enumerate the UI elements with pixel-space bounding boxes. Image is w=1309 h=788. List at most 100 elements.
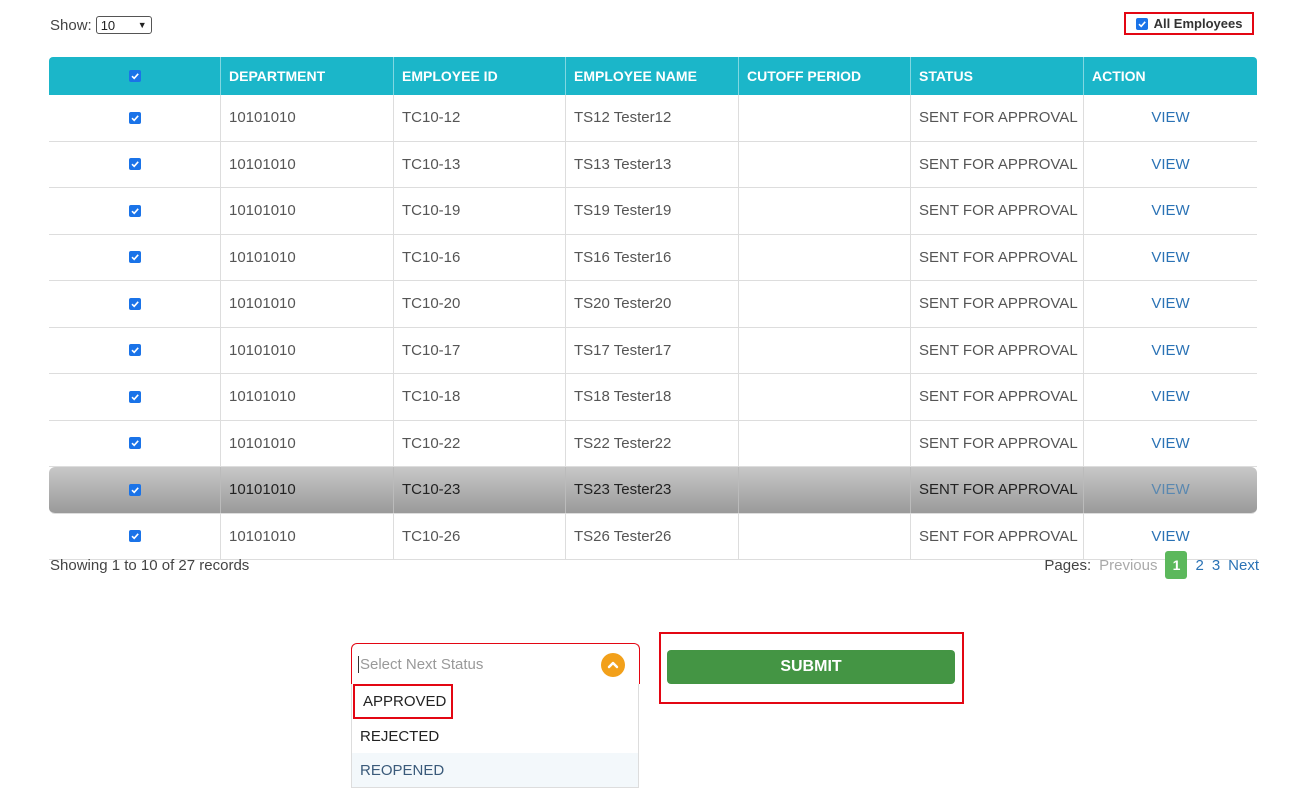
row-checkbox[interactable]: [128, 530, 141, 543]
view-link[interactable]: VIEW: [1084, 374, 1257, 420]
table-row[interactable]: 10101010 TC10-18 TS18 Tester18 SENT FOR APP…: [49, 374, 1257, 421]
row-checkbox[interactable]: [128, 204, 141, 217]
header-employee-name[interactable]: EMPLOYEE NAME: [566, 57, 739, 95]
cell-employee-name: TS16 Tester16: [566, 234, 739, 280]
cell-department: 10101010: [221, 188, 394, 234]
row-checkbox[interactable]: [128, 297, 141, 310]
status-option-reopened[interactable]: REOPENED: [352, 753, 638, 787]
table-row[interactable]: 10101010 TC10-20 TS20 Tester20 SENT FOR APP…: [49, 281, 1257, 328]
row-checkbox[interactable]: [128, 437, 141, 450]
cell-status: SENT FOR APPROVAL: [911, 141, 1084, 187]
chevron-up-icon[interactable]: [601, 653, 625, 677]
next-page-link[interactable]: Next: [1228, 557, 1259, 574]
cell-employee-id: TC10-22: [394, 420, 566, 466]
row-checkbox[interactable]: [128, 111, 141, 124]
table-row[interactable]: 10101010 TC10-12 TS12 Tester12 SENT FOR APP…: [49, 95, 1257, 142]
row-checkbox[interactable]: [128, 390, 141, 403]
check-icon: [130, 347, 139, 354]
previous-page-link[interactable]: Previous: [1099, 557, 1157, 574]
cell-department: 10101010: [221, 420, 394, 466]
cell-status: SENT FOR APPROVAL: [911, 420, 1084, 466]
header-status[interactable]: STATUS: [911, 57, 1084, 95]
header-department[interactable]: DEPARTMENT: [221, 57, 394, 95]
cell-employee-id: TC10-18: [394, 374, 566, 420]
view-link[interactable]: VIEW: [1084, 188, 1257, 234]
employee-table: DEPARTMENT EMPLOYEE ID EMPLOYEE NAME CUT…: [49, 57, 1257, 560]
cell-status: SENT FOR APPROVAL: [911, 95, 1084, 141]
table-body: 10101010 TC10-12 TS12 Tester12 SENT FOR APP…: [49, 95, 1257, 560]
check-icon: [130, 440, 139, 447]
chevron-down-icon: ▼: [137, 20, 147, 30]
next-status-dropdown: APPROVED REJECTED REOPENED: [351, 684, 639, 788]
row-select-cell[interactable]: [49, 467, 221, 513]
cell-department: 10101010: [221, 234, 394, 280]
row-select-cell[interactable]: [49, 141, 221, 187]
table-row[interactable]: 10101010 TC10-17 TS17 Tester17 SENT FOR APP…: [49, 327, 1257, 374]
pages-label: Pages:: [1044, 556, 1092, 574]
cell-department: 10101010: [221, 467, 394, 513]
cell-status: SENT FOR APPROVAL: [911, 188, 1084, 234]
page-1-button[interactable]: 1: [1165, 551, 1188, 579]
cell-cutoff-period: [739, 141, 911, 187]
cell-department: 10101010: [221, 95, 394, 141]
view-link[interactable]: VIEW: [1084, 467, 1257, 513]
cell-employee-id: TC10-23: [394, 467, 566, 513]
header-employee-id[interactable]: EMPLOYEE ID: [394, 57, 566, 95]
row-select-cell[interactable]: [49, 281, 221, 327]
row-checkbox[interactable]: [128, 251, 141, 264]
cell-status: SENT FOR APPROVAL: [911, 467, 1084, 513]
cell-employee-name: TS13 Tester13: [566, 141, 739, 187]
table-row[interactable]: 10101010 TC10-23 TS23 Tester23 SENT FOR APP…: [49, 467, 1257, 514]
page-3-link[interactable]: 3: [1212, 557, 1220, 574]
table-row[interactable]: 10101010 TC10-13 TS13 Tester13 SENT FOR APP…: [49, 141, 1257, 188]
header-select-all[interactable]: [49, 57, 221, 95]
view-link[interactable]: VIEW: [1084, 142, 1257, 188]
row-select-cell[interactable]: [49, 188, 221, 234]
page-size-select[interactable]: 10 ▼: [95, 16, 152, 34]
all-employees-label: All Employees: [1153, 16, 1243, 31]
row-select-cell[interactable]: [49, 374, 221, 420]
row-checkbox[interactable]: [128, 158, 141, 171]
check-icon: [130, 161, 139, 168]
row-select-cell[interactable]: [49, 95, 221, 141]
all-employees-toggle[interactable]: All Employees: [1124, 12, 1254, 35]
status-option-approved[interactable]: APPROVED: [353, 684, 453, 719]
table-row[interactable]: 10101010 TC10-22 TS22 Tester22 SENT FOR APP…: [49, 420, 1257, 467]
row-checkbox[interactable]: [128, 344, 141, 357]
cell-status: SENT FOR APPROVAL: [911, 374, 1084, 420]
view-link[interactable]: VIEW: [1084, 421, 1257, 467]
cell-employee-id: TC10-16: [394, 234, 566, 280]
cell-cutoff-period: [739, 420, 911, 466]
next-status-placeholder: Select Next Status: [358, 655, 484, 673]
cell-employee-id: TC10-12: [394, 95, 566, 141]
row-select-cell[interactable]: [49, 327, 221, 373]
cell-cutoff-period: [739, 234, 911, 280]
submit-button[interactable]: SUBMIT: [667, 650, 955, 684]
view-link[interactable]: VIEW: [1084, 281, 1257, 327]
cell-employee-id: TC10-19: [394, 188, 566, 234]
select-all-checkbox[interactable]: [128, 70, 141, 82]
cell-department: 10101010: [221, 327, 394, 373]
status-option-rejected[interactable]: REJECTED: [352, 719, 638, 753]
page-2-link[interactable]: 2: [1195, 557, 1203, 574]
cell-status: SENT FOR APPROVAL: [911, 281, 1084, 327]
row-select-cell[interactable]: [49, 420, 221, 466]
header-cutoff-period[interactable]: CUTOFF PERIOD: [739, 57, 911, 95]
view-link[interactable]: VIEW: [1084, 95, 1257, 141]
pagination: Pages: Previous 1 2 3 Next: [1044, 551, 1259, 579]
next-status-select[interactable]: Select Next Status: [351, 643, 640, 684]
table-row[interactable]: 10101010 TC10-16 TS16 Tester16 SENT FOR APP…: [49, 234, 1257, 281]
row-select-cell[interactable]: [49, 513, 221, 559]
cell-employee-id: TC10-17: [394, 327, 566, 373]
cell-department: 10101010: [221, 141, 394, 187]
all-employees-checkbox[interactable]: [1135, 17, 1148, 30]
view-link[interactable]: VIEW: [1084, 328, 1257, 374]
row-checkbox[interactable]: [128, 483, 141, 496]
row-select-cell[interactable]: [49, 234, 221, 280]
page-size-control: Show: 10 ▼: [50, 16, 152, 34]
cell-cutoff-period: [739, 467, 911, 513]
view-link[interactable]: VIEW: [1084, 235, 1257, 281]
cell-department: 10101010: [221, 513, 394, 559]
cell-employee-name: TS19 Tester19: [566, 188, 739, 234]
table-row[interactable]: 10101010 TC10-19 TS19 Tester19 SENT FOR APP…: [49, 188, 1257, 235]
